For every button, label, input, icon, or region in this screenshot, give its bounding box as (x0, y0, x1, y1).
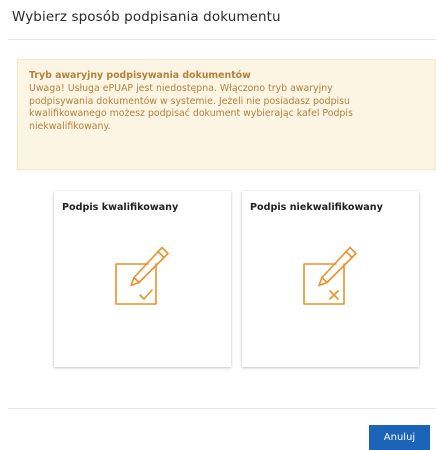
dialog-title: Wybierz sposób podpisania dokumentu (12, 9, 281, 25)
cancel-button[interactable]: Anuluj (369, 425, 430, 450)
unqualified-signature-tile[interactable]: Podpis niekwalifikowany (242, 191, 419, 367)
signature-cross-icon (303, 246, 357, 305)
sign-method-dialog: Wybierz sposób podpisania dokumentu Tryb… (0, 0, 436, 450)
emergency-mode-alert: Tryb awaryjny podpisywania dokumentów Uw… (17, 59, 436, 170)
header-divider (8, 39, 436, 40)
tile-title: Podpis kwalifikowany (62, 202, 179, 213)
alert-text: Uwaga! Usługa ePUAP jest niedostępna. Wł… (29, 82, 353, 133)
footer-divider (8, 408, 436, 409)
alert-title: Tryb awaryjny podpisywania dokumentów (29, 70, 251, 81)
qualified-signature-tile[interactable]: Podpis kwalifikowany (54, 191, 231, 367)
tile-title: Podpis niekwalifikowany (250, 202, 383, 213)
signature-check-icon (115, 246, 169, 305)
